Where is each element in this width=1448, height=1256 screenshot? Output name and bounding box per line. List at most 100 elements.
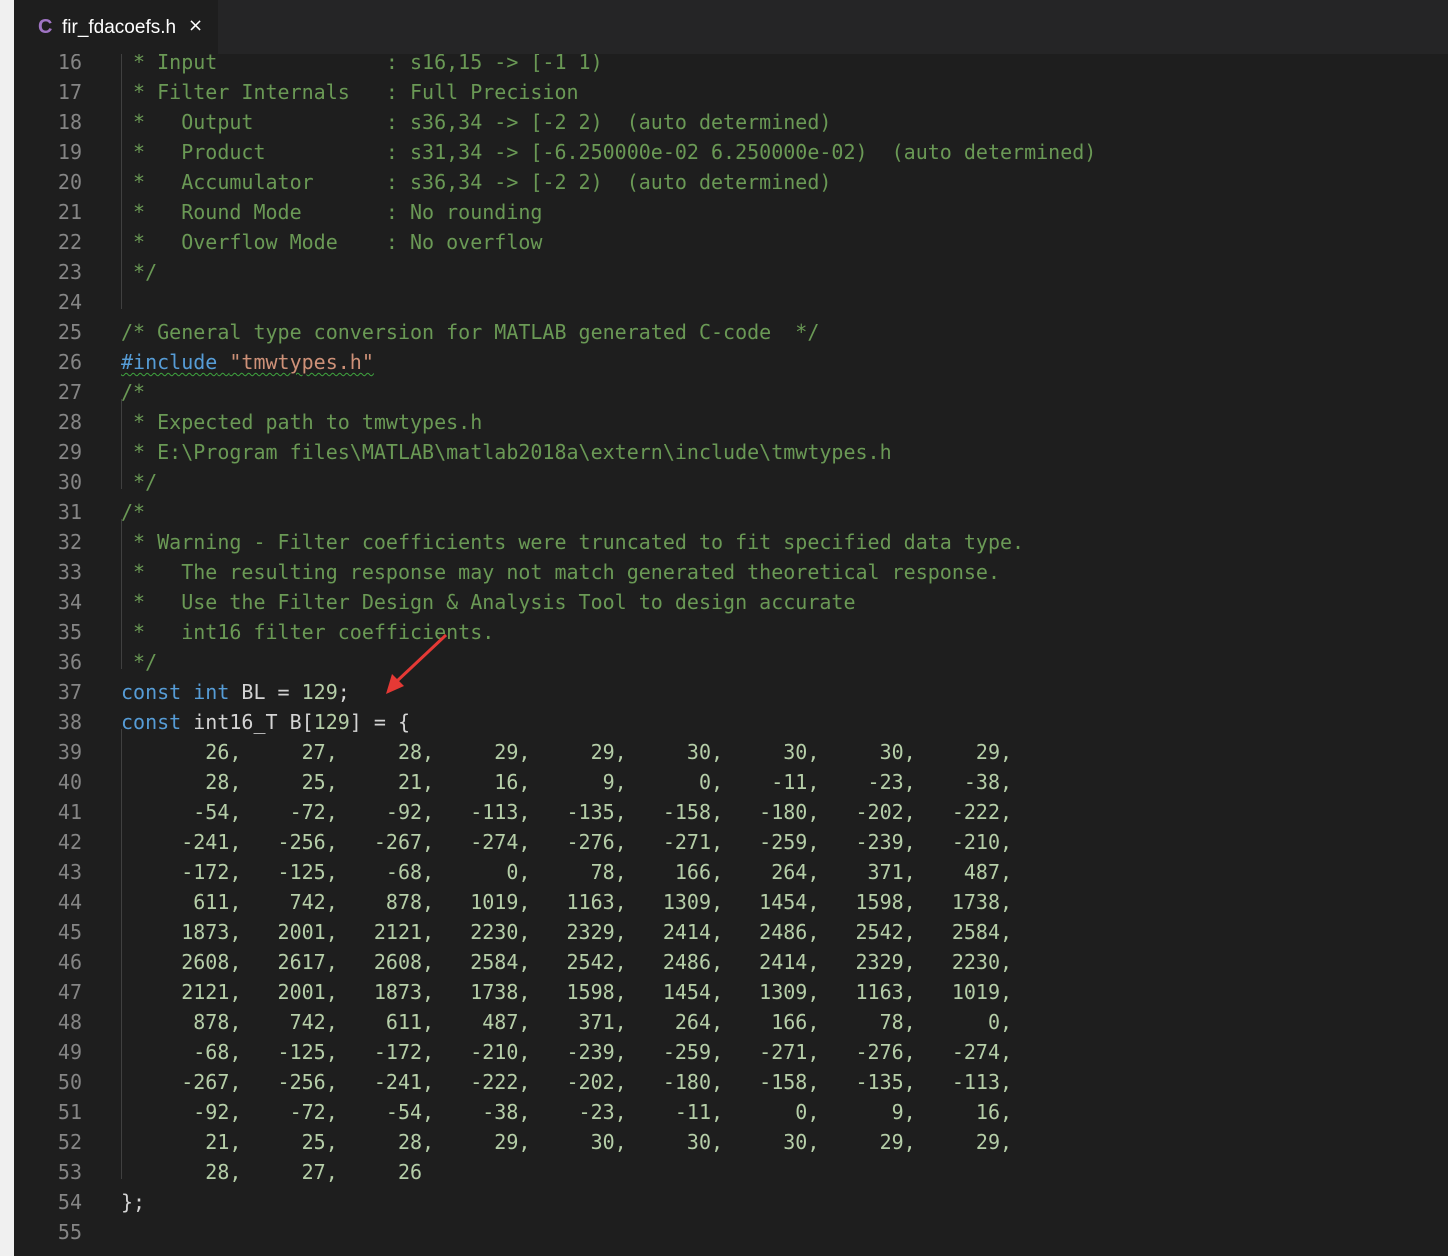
line-number: 25 [57,320,82,344]
line-number: 22 [57,230,82,254]
code-line: 20 * Accumulator : s36,34 -> [-2 2) (aut… [14,167,1448,197]
code-text: 2608, 2617, 2608, 2584, 2542, 2486, 2414… [121,950,1013,974]
code-text: const int16_T B[129] = { [121,707,410,737]
line-number: 16 [57,54,82,74]
tab-fir-fdacoefs[interactable]: C fir_fdacoefs.h × [14,0,218,54]
code-line: 18 * Output : s36,34 -> [-2 2) (auto det… [14,107,1448,137]
code-line: 26 #include "tmwtypes.h" [14,347,1448,377]
code-line: 52 21, 25, 28, 29, 30, 30, 30, 29, 29, [14,1127,1448,1157]
code-text: -92, -72, -54, -38, -23, -11, 0, 9, 16, [121,1100,1013,1124]
keyword-int: int [193,680,230,704]
line-number: 52 [57,1130,82,1154]
line-number: 21 [57,200,82,224]
code-text: 21, 25, 28, 29, 30, 30, 30, 29, 29, [121,1130,1013,1154]
code-text: 2121, 2001, 1873, 1738, 1598, 1454, 1309… [121,980,1013,1004]
code-line: 45 1873, 2001, 2121, 2230, 2329, 2414, 2… [14,917,1448,947]
number-literal: 129 [301,680,338,704]
code-text: }; [121,1190,146,1214]
code-text: * Input : s16,15 -> [-1 1) [121,54,603,74]
code-line: 29 * E:\Program files\MATLAB\matlab2018a… [14,437,1448,467]
code-line: 28 * Expected path to tmwtypes.h [14,407,1448,437]
code-text: */ [121,470,158,494]
line-number: 48 [57,1010,82,1034]
code-editor[interactable]: 16 * Input : s16,15 -> [-1 1) 17 * Filter… [14,54,1448,1256]
line-number: 41 [57,800,82,824]
code-text: 28, 27, 26 [121,1160,423,1184]
line-number: 39 [57,740,82,764]
code-text: * E:\Program files\MATLAB\matlab2018a\ex… [121,440,892,464]
code-line: 48 878, 742, 611, 487, 371, 264, 166, 78… [14,1007,1448,1037]
code-text: */ [121,260,158,284]
code-text: -68, -125, -172, -210, -239, -259, -271,… [121,1040,1013,1064]
code-text: /* [121,500,146,524]
code-line: 37 const int BL = 129; [14,677,1448,707]
code-text: * Overflow Mode : No overflow [121,230,543,254]
code-text: * Expected path to tmwtypes.h [121,410,483,434]
window-left-edge [0,0,14,1256]
code-line: 46 2608, 2617, 2608, 2584, 2542, 2486, 2… [14,947,1448,977]
include-directive: #include "tmwtypes.h" [121,350,374,374]
keyword-const: const [121,680,182,704]
code-line: 44 611, 742, 878, 1019, 1163, 1309, 1454… [14,887,1448,917]
array-declaration: int16_T B[ [181,710,314,734]
code-line: 23 */ [14,257,1448,287]
code-line: 50 -267, -256, -241, -222, -202, -180, -… [14,1067,1448,1097]
line-number: 33 [57,560,82,584]
code-text: 611, 742, 878, 1019, 1163, 1309, 1454, 1… [121,890,1013,914]
code-text: * Accumulator : s36,34 -> [-2 2) (auto d… [121,170,832,194]
code-text: const int BL = 129; [121,677,350,707]
code-text: * Product : s31,34 -> [-6.250000e-02 6.2… [121,140,1097,164]
code-line: 55 [14,1217,1448,1247]
line-number: 54 [57,1190,82,1214]
code-line: 34 * Use the Filter Design & Analysis To… [14,587,1448,617]
code-line: 21 * Round Mode : No rounding [14,197,1448,227]
code-line: 51 -92, -72, -54, -38, -23, -11, 0, 9, 1… [14,1097,1448,1127]
code-text: * Output : s36,34 -> [-2 2) (auto determ… [121,110,832,134]
line-number: 30 [57,470,82,494]
code-text: * int16 filter coefficients. [121,620,495,644]
code-line: 30 */ [14,467,1448,497]
code-line: 19 * Product : s31,34 -> [-6.250000e-02 … [14,137,1448,167]
line-number: 18 [57,110,82,134]
code-text: * Warning - Filter coefficients were tru… [121,530,1025,554]
line-number: 36 [57,650,82,674]
line-number: 47 [57,980,82,1004]
line-number: 24 [57,290,82,314]
preprocessor-keyword: #include [121,350,218,374]
code-line: 31 /* [14,497,1448,527]
line-number: 32 [57,530,82,554]
line-number: 46 [57,950,82,974]
tab-bar [14,0,1448,54]
line-number: 34 [57,590,82,614]
line-number: 17 [57,80,82,104]
punctuation: ; [337,680,350,704]
line-number: 44 [57,890,82,914]
line-number: 42 [57,830,82,854]
code-line: 35 * int16 filter coefficients. [14,617,1448,647]
line-number: 51 [57,1100,82,1124]
code-text: 26, 27, 28, 29, 29, 30, 30, 30, 29, [121,740,1013,764]
close-icon[interactable]: × [188,15,203,36]
code-text: 1873, 2001, 2121, 2230, 2329, 2414, 2486… [121,920,1013,944]
code-line: 27 /* [14,377,1448,407]
code-line: 53 28, 27, 26 [14,1157,1448,1187]
line-number: 28 [57,410,82,434]
line-number: 29 [57,440,82,464]
code-text: -241, -256, -267, -274, -276, -271, -259… [121,830,1013,854]
line-number: 19 [57,140,82,164]
code-text: #include "tmwtypes.h" [121,347,374,377]
code-line: 41 -54, -72, -92, -113, -135, -158, -180… [14,797,1448,827]
tab-title: fir_fdacoefs.h [62,17,177,38]
code-line: 33 * The resulting response may not matc… [14,557,1448,587]
code-text: -267, -256, -241, -222, -202, -180, -158… [121,1070,1013,1094]
line-number: 26 [57,350,82,374]
line-number: 37 [57,680,82,704]
code-text: * The resulting response may not match g… [121,560,1000,584]
code-text: -54, -72, -92, -113, -135, -158, -180, -… [121,800,1013,824]
line-number: 45 [57,920,82,944]
code-line: 16 * Input : s16,15 -> [-1 1) [14,54,1448,77]
code-line: 22 * Overflow Mode : No overflow [14,227,1448,257]
code-line: 39 26, 27, 28, 29, 29, 30, 30, 30, 29, [14,737,1448,767]
